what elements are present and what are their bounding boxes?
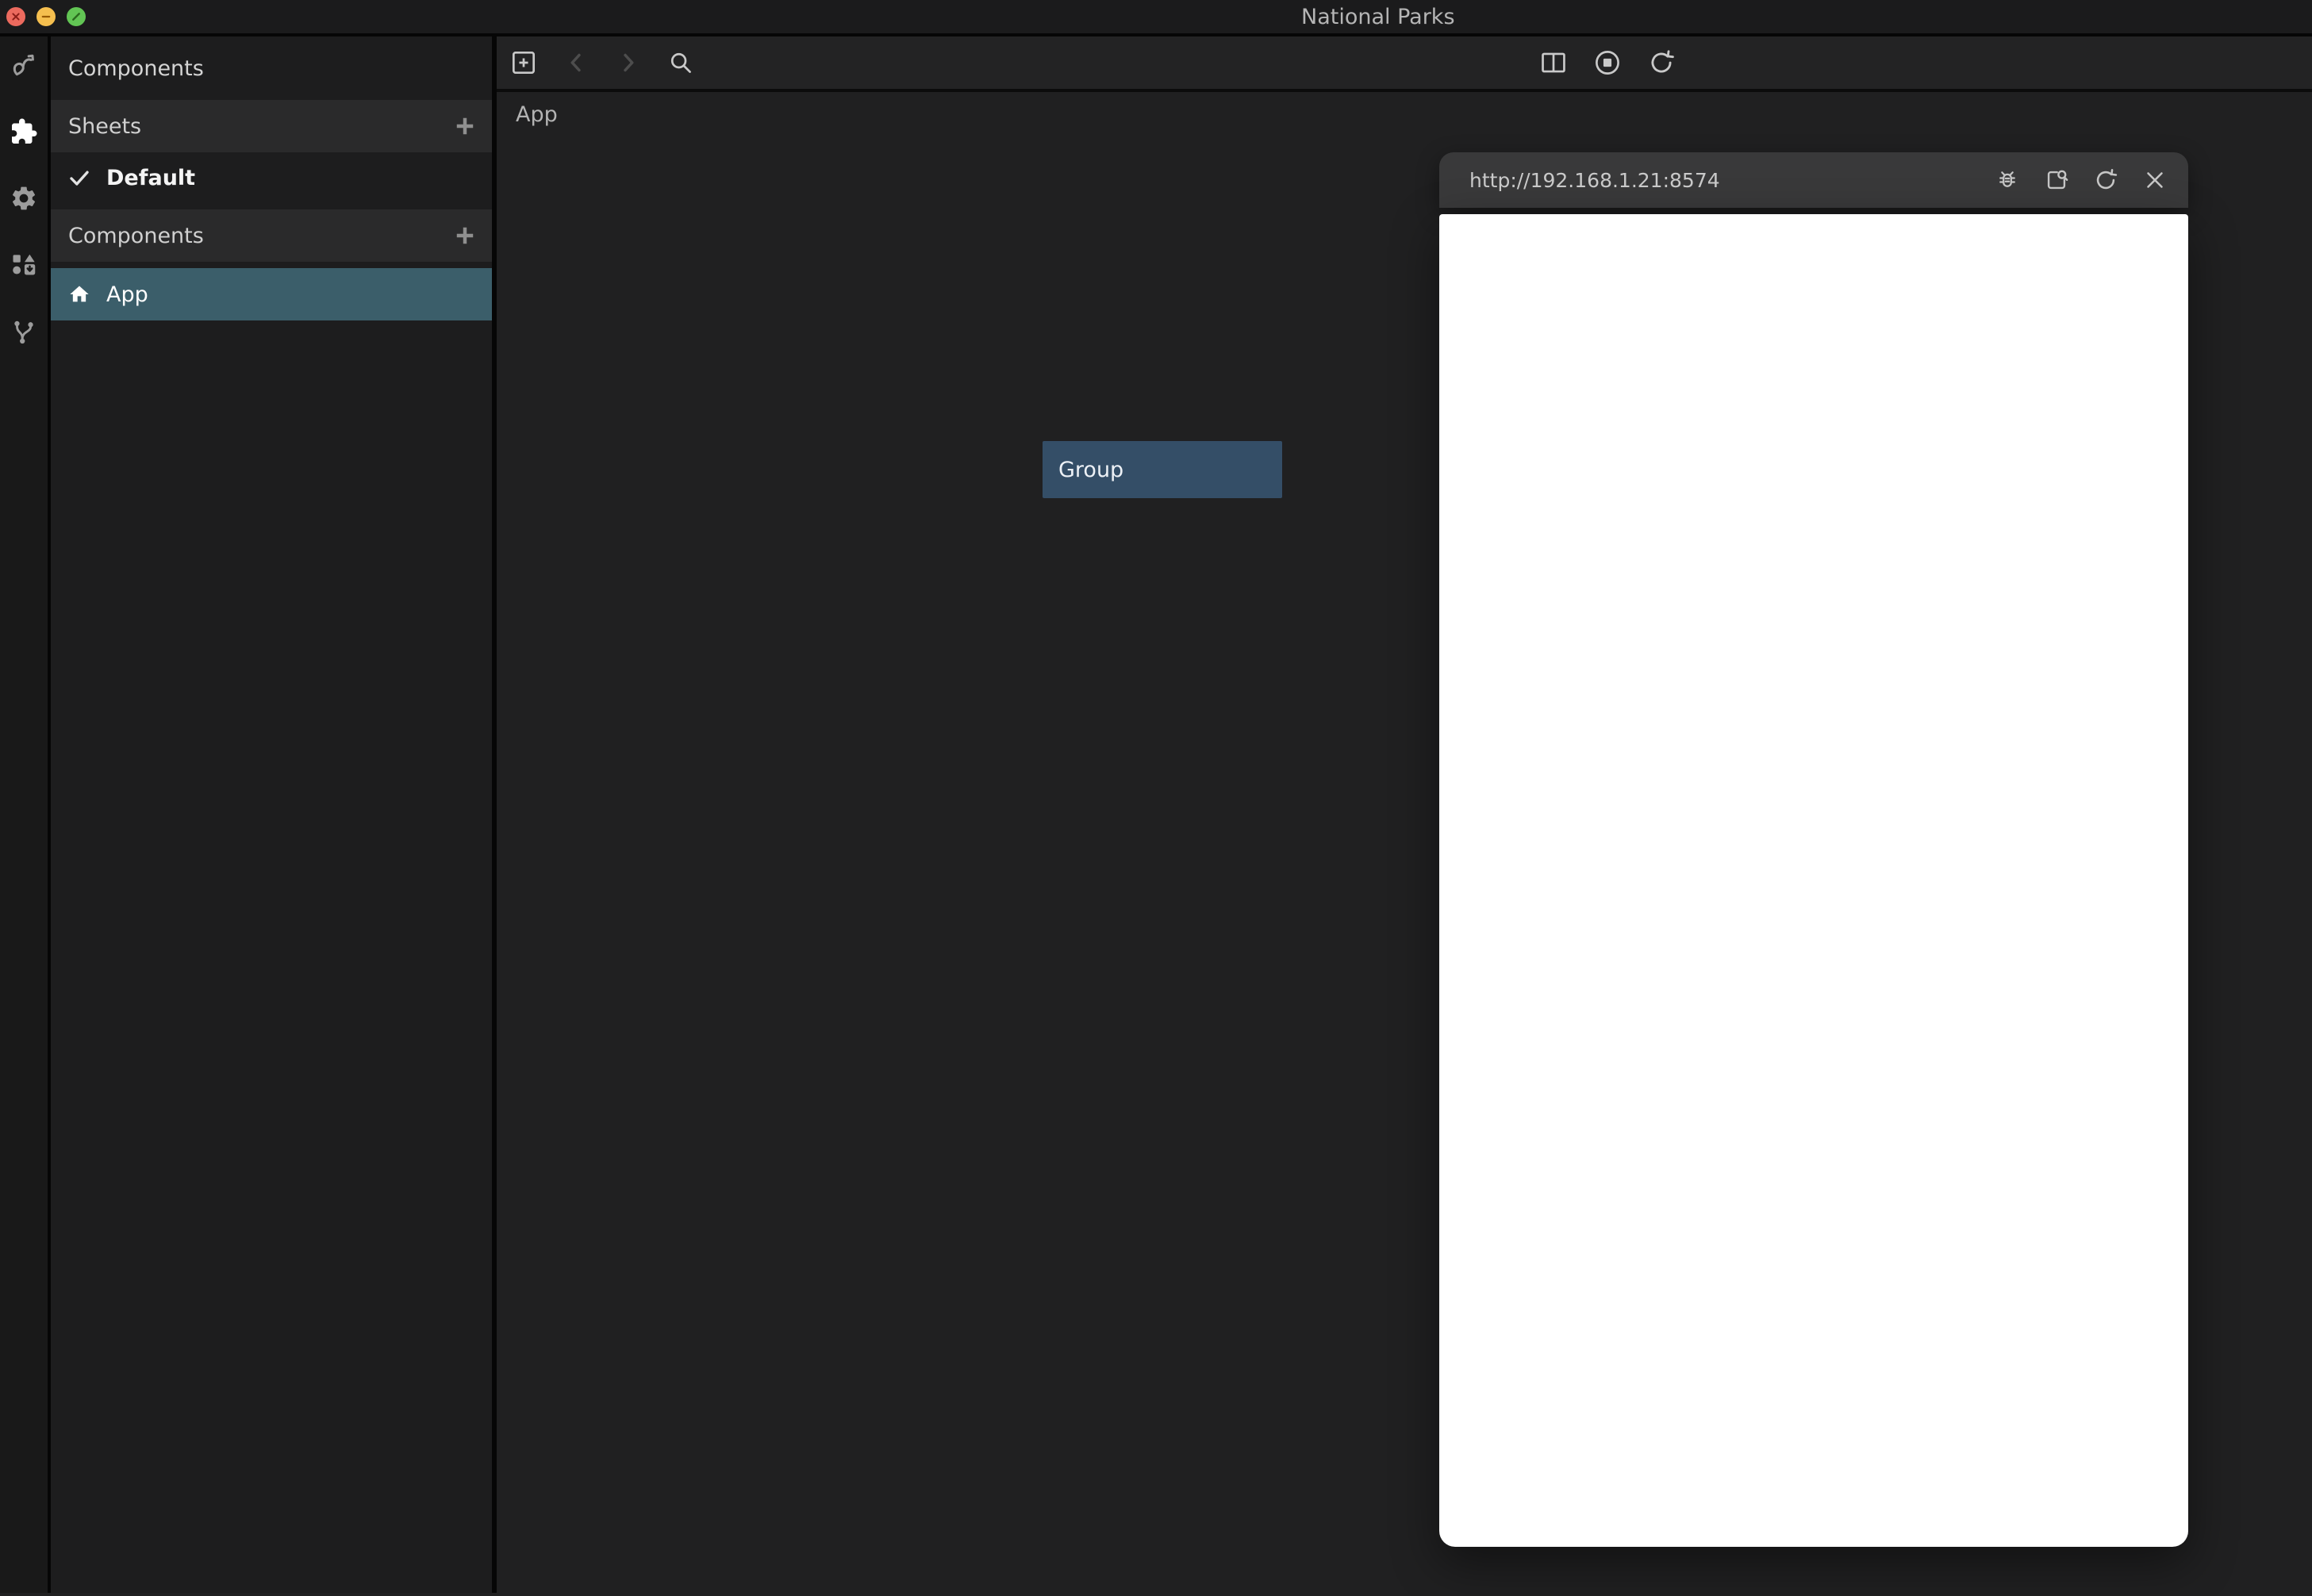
- search-button[interactable]: [665, 47, 697, 79]
- preview-url[interactable]: http://192.168.1.21:8574: [1469, 169, 1993, 192]
- back-icon: [561, 48, 591, 78]
- group-component[interactable]: Group: [1043, 441, 1282, 498]
- debug-button[interactable]: [1993, 166, 2022, 194]
- debug-icon: [1994, 167, 2021, 194]
- plus-icon: [455, 116, 475, 136]
- group-label: Group: [1058, 458, 1123, 482]
- tab-app[interactable]: App: [516, 102, 558, 127]
- preview-toolbar: http://192.168.1.21:8574: [1439, 152, 2188, 208]
- activity-bar: [0, 36, 51, 1593]
- sheets-section-label: Sheets: [68, 114, 141, 139]
- components-panel: Components Sheets Default Components: [51, 36, 497, 1593]
- settings-icon[interactable]: [10, 184, 38, 213]
- reload-preview-button[interactable]: [2091, 166, 2120, 194]
- component-label: App: [106, 282, 148, 307]
- reload-icon: [2092, 167, 2119, 194]
- window-controls: [6, 7, 86, 26]
- minimize-window-button[interactable]: [36, 7, 56, 26]
- stop-button[interactable]: [1592, 47, 1623, 79]
- close-icon: [10, 10, 22, 23]
- run-controls: [1538, 36, 1677, 89]
- component-item-app[interactable]: App: [51, 268, 492, 320]
- canvas[interactable]: Group http://192.168.1.21:8574: [497, 136, 2312, 1593]
- maximize-icon: [70, 10, 83, 23]
- check-icon: [68, 167, 90, 189]
- preview-actions: [1993, 166, 2169, 194]
- marketplace-icon[interactable]: [10, 251, 38, 279]
- window-title: National Parks: [1301, 5, 1455, 29]
- forward-icon: [613, 48, 643, 78]
- add-component-button[interactable]: [454, 224, 476, 247]
- back-button[interactable]: [560, 47, 592, 79]
- canvas-toolbar: [497, 36, 2312, 92]
- close-window-button[interactable]: [6, 7, 25, 26]
- sheets-section-header: Sheets: [51, 100, 492, 152]
- inspect-icon: [2043, 167, 2070, 194]
- reload-app-button[interactable]: [1646, 47, 1677, 79]
- zoom-window-button[interactable]: [67, 7, 86, 26]
- components-section-label: Components: [68, 224, 204, 248]
- preview-window: http://192.168.1.21:8574: [1439, 152, 2188, 1547]
- close-preview-button[interactable]: [2141, 166, 2169, 194]
- inspect-button[interactable]: [2042, 166, 2071, 194]
- editor-area: App Group http://192.168.1.21:8574: [497, 36, 2312, 1593]
- stop-icon: [1592, 48, 1623, 78]
- titlebar: National Parks: [0, 0, 2312, 36]
- minimize-icon: [40, 10, 52, 23]
- version-control-icon[interactable]: [10, 317, 38, 346]
- preview-content: [1439, 214, 2188, 1547]
- sheet-item-default[interactable]: Default: [51, 152, 492, 203]
- plus-icon: [455, 225, 475, 246]
- components-section-header: Components: [51, 209, 492, 262]
- components-icon[interactable]: [10, 117, 38, 146]
- add-sheet-button[interactable]: [454, 115, 476, 137]
- reload-icon: [1646, 48, 1676, 78]
- sheet-label: Default: [106, 166, 195, 190]
- add-frame-icon: [509, 48, 539, 78]
- tab-strip: App: [497, 92, 2312, 136]
- forward-button[interactable]: [613, 47, 644, 79]
- home-icon: [68, 283, 90, 305]
- close-icon: [2141, 167, 2168, 194]
- add-frame-button[interactable]: [508, 47, 540, 79]
- search-icon: [666, 48, 696, 78]
- split-view-button[interactable]: [1538, 47, 1569, 79]
- split-view-icon: [1538, 48, 1569, 78]
- flow-icon[interactable]: [10, 51, 38, 79]
- app-window: National Parks: [0, 0, 2312, 1596]
- panel-title: Components: [51, 36, 492, 100]
